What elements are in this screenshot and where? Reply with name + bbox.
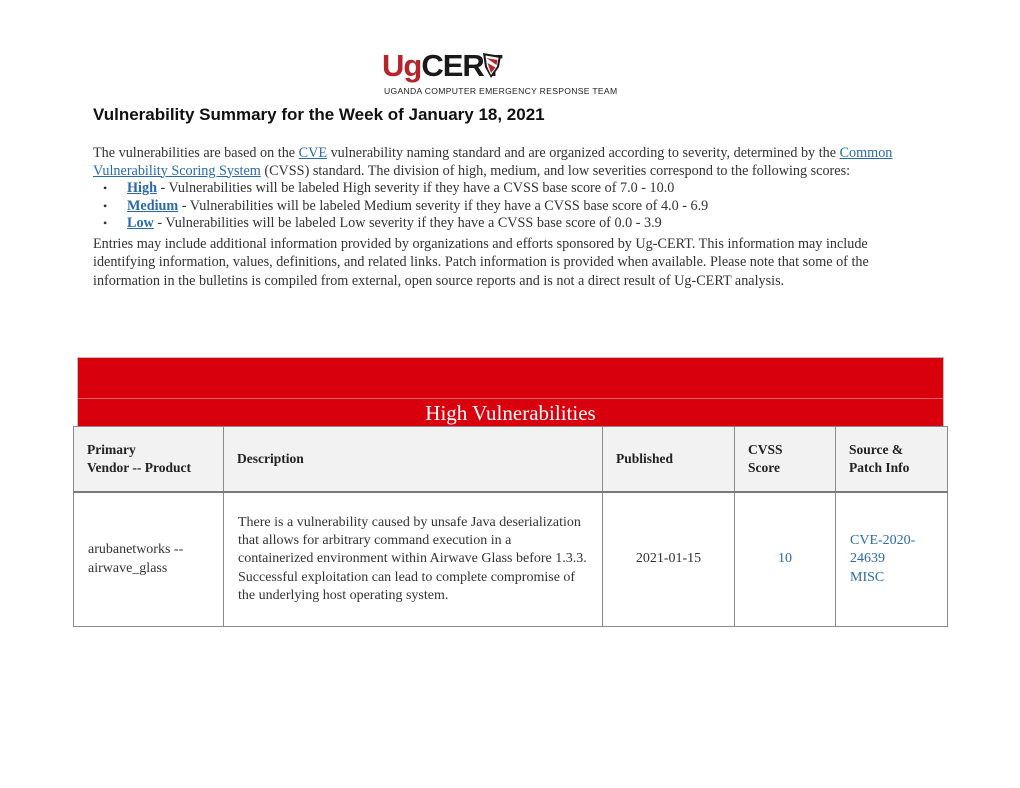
high-vulnerabilities-banner: High Vulnerabilities: [77, 357, 944, 426]
column-header-vendor: Primary Vendor -- Product: [73, 426, 224, 493]
intro-paragraph: The vulnerabilities are based on the CVE…: [93, 145, 933, 180]
section-title: High Vulnerabilities: [425, 401, 596, 425]
high-severity-link[interactable]: High: [127, 180, 157, 196]
logo-prefix: Ug: [382, 48, 422, 83]
shield-icon: [483, 53, 501, 78]
source-cell: CVE-2020-24639 MISC: [835, 491, 948, 627]
ugcert-logo: UgCERT UGANDA COMPUTER EMERGENCY RESPONS…: [382, 48, 642, 100]
severity-item-high: High - Vulnerabilities will be labeled H…: [103, 180, 933, 198]
high-vulnerabilities-table: Primary Vendor -- Product Description Pub…: [73, 426, 948, 627]
logo-tagline: UGANDA COMPUTER EMERGENCY RESPONSE TEAM: [384, 86, 618, 96]
description-cell: There is a vulnerability caused by unsaf…: [223, 491, 603, 627]
page-title: Vulnerability Summary for the Week of Ja…: [93, 105, 545, 124]
severity-item-medium: Medium - Vulnerabilities will be labeled…: [103, 197, 933, 216]
cvss-score-link[interactable]: 10: [778, 551, 792, 566]
medium-severity-link[interactable]: Medium: [127, 198, 178, 214]
intro-section: The vulnerabilities are based on the CVE…: [93, 145, 933, 290]
cve-id-link[interactable]: CVE-2020-24639: [850, 532, 922, 569]
intro-text: vulnerability naming standard and are or…: [327, 145, 840, 161]
severity-description: - Vulnerabilities will be labeled High s…: [156, 180, 675, 197]
cvss-score-cell[interactable]: 10: [734, 491, 836, 627]
severity-description: - Vulnerabilities will be labeled Low se…: [153, 215, 662, 232]
misc-link[interactable]: MISC: [850, 569, 933, 587]
intro-text: The vulnerabilities are based on the: [93, 145, 299, 161]
column-header-source: Source & Patch Info: [835, 426, 948, 493]
severity-list: High - Vulnerabilities will be labeled H…: [93, 180, 933, 233]
severity-description: - Vulnerabilities will be labeled Medium…: [178, 197, 709, 214]
cve-link[interactable]: CVE: [299, 145, 327, 161]
banner-divider: [78, 398, 943, 399]
column-header-cvss: CVSS Score: [734, 426, 836, 493]
disclaimer-paragraph: Entries may include additional informati…: [93, 235, 869, 289]
table-header-row: Primary Vendor -- Product Description Pub…: [73, 426, 948, 493]
intro-text: (CVSS) standard. The division of high, m…: [260, 162, 851, 179]
column-header-published: Published: [602, 426, 735, 493]
low-severity-link[interactable]: Low: [127, 215, 154, 231]
table-row: arubanetworks -- airwave_glass There is a…: [73, 491, 948, 627]
published-cell: 2021-01-15: [602, 491, 735, 627]
severity-item-low: Low - Vulnerabilities will be labeled Lo…: [103, 215, 933, 233]
vendor-product-cell: arubanetworks -- airwave_glass: [73, 491, 224, 627]
column-header-description: Description: [223, 426, 603, 493]
